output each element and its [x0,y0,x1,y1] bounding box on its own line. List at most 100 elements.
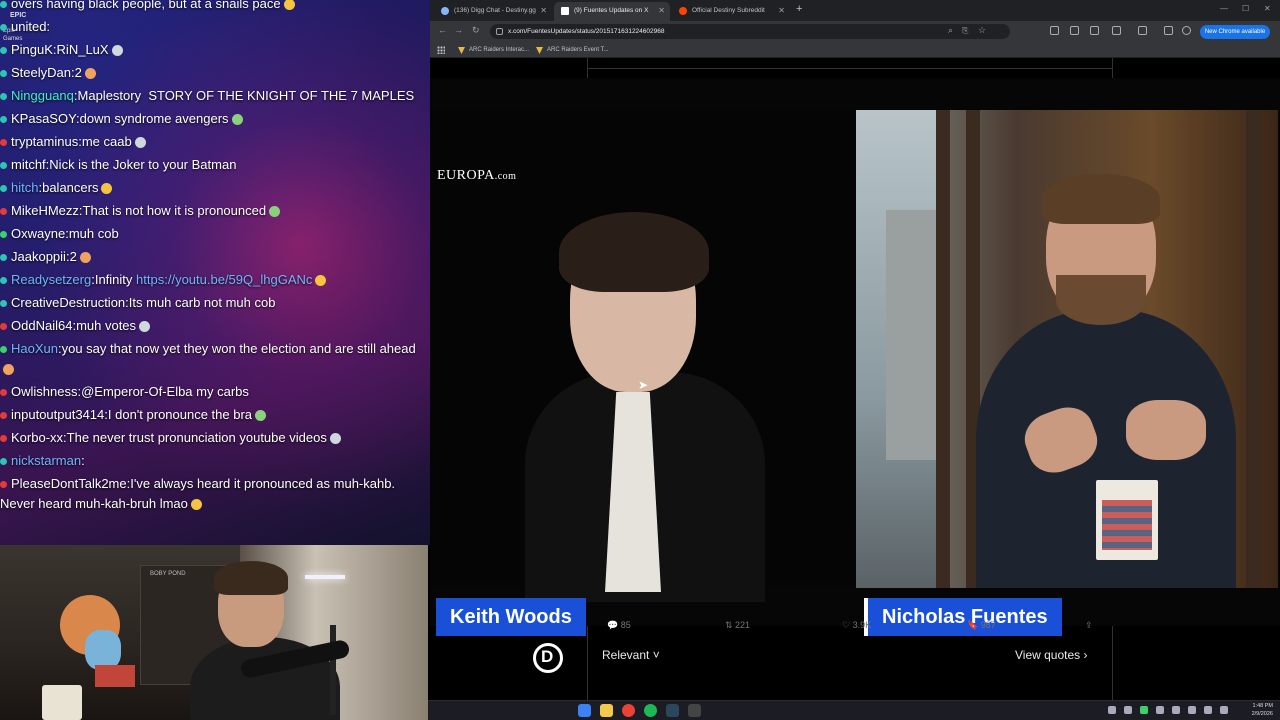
battery-icon[interactable] [1220,706,1228,714]
share-icon[interactable]: ⎘ [962,26,968,36]
url-bar[interactable]: x.com/FuentesUpdates/status/201517163122… [490,24,1010,39]
chat-username[interactable]: tryptaminus [11,134,78,149]
maximize-icon[interactable]: ☐ [1242,4,1249,13]
tab-label: Official Destiny Subreddit [692,7,765,14]
extension-icon[interactable] [1070,26,1079,35]
chat-username[interactable]: SteelyDan [11,65,71,80]
tray-icon[interactable] [1140,706,1148,714]
chat-username[interactable]: hitch [11,180,38,195]
chat-username[interactable]: KPasaSOY [11,111,76,126]
decor-figure-blue [85,630,121,670]
chrome-icon[interactable] [622,704,635,717]
tab-destiny-chat[interactable]: (136) Digg Chat - Destiny.gg ✕ [434,2,552,21]
chat-text: me caab [81,134,132,149]
chat-message: Owlishness:@Emperor-Of-Elba my carbs [0,381,420,404]
repost-action[interactable]: ⇅ 221 [725,620,750,631]
chat-username[interactable]: Oxwayne [11,226,65,241]
system-clock[interactable]: 1:48 PM 2/9/2026 [1243,702,1273,718]
zoom-icon[interactable]: ⌕ [948,25,953,36]
chat-message: nickstarman: [0,450,420,473]
close-window-icon[interactable]: ✕ [1264,4,1271,13]
chat-username[interactable]: inputoutput3414 [11,407,104,422]
chat-text: down syndrome avengers [79,111,229,126]
post-video[interactable]: EUROPA.com Keith Woods Nicholas Fuentes … [430,78,1280,636]
steam-icon[interactable] [666,704,679,717]
x-favicon-icon [561,7,569,15]
reload-icon[interactable]: ↻ [472,25,480,36]
chat-username[interactable]: PinguK [11,42,53,57]
chat-username[interactable]: MikeHMezz [11,203,79,218]
tray-icon[interactable] [1108,706,1116,714]
network-icon[interactable] [1188,706,1196,714]
tray-icon[interactable] [1156,706,1164,714]
user-badge-icon [0,47,7,55]
shelf-label: BOBY POND [150,571,186,577]
chat-message: inputoutput3414:I don't pronounce the br… [0,404,420,427]
chat-username[interactable]: PleaseDontTalk2me [11,476,127,491]
spotify-icon[interactable] [644,704,657,717]
view-quotes-link[interactable]: View quotes › [1015,648,1088,662]
forward-arrow-icon[interactable]: → [454,25,463,35]
star-icon[interactable]: ☆ [978,25,986,36]
start-menu-icon[interactable] [578,704,591,717]
chat-username[interactable]: OddNail64 [11,318,72,333]
chat-username[interactable]: Jaakoppii [11,249,66,264]
new-tab-button[interactable]: + [796,3,802,15]
chat-username[interactable]: nickstarman [11,453,81,468]
chat-username[interactable]: Readysetzerg [11,272,91,287]
emote-icon [231,114,243,126]
back-arrow-icon[interactable]: ← [438,25,447,35]
chat-text: The never trust pronunciation youtube vi… [66,430,327,445]
volume-icon[interactable] [1204,706,1212,714]
emote-icon [269,206,281,218]
chat-username[interactable]: Korbo-xx [11,430,63,445]
close-tab-icon[interactable]: ✕ [778,2,785,19]
bookmark-label: ARC Raiders Event T... [547,47,609,53]
sidebar-icon[interactable] [1138,26,1147,35]
apps-grid-icon[interactable] [437,46,445,54]
cup [1096,480,1158,560]
close-tab-icon[interactable]: ✕ [540,2,547,19]
user-badge-icon [0,1,7,9]
share-action-icon[interactable]: ⇪ [1085,620,1093,631]
tray-icon[interactable] [1124,706,1132,714]
clock-date: 2/9/2026 [1251,711,1273,717]
new-chrome-available-button[interactable]: New Chrome available [1200,25,1270,39]
bookmark-arc-raiders-interactive[interactable]: ARC Raiders Interac... [458,44,529,56]
tray-icon[interactable] [1172,706,1180,714]
minimize-icon[interactable]: — [1220,4,1228,13]
bookmark-action[interactable]: 🔖 987 [967,620,996,631]
chat-colon: : [81,453,85,468]
sort-replies-dropdown[interactable]: Relevant ˅ [602,648,660,662]
emote-icon [79,252,91,264]
profile-icon[interactable] [1182,26,1191,35]
chat-username[interactable]: Owlishness [11,384,77,399]
user-badge-icon [0,231,7,239]
close-tab-icon[interactable]: ✕ [658,2,665,19]
chat-message: Ningguanq:Maplestory STORY OF THE KNIGHT… [0,85,420,108]
chat-username[interactable]: HaoXun [11,341,58,356]
app-icon[interactable] [688,704,701,717]
chat-username[interactable]: CreativeDestruction [11,295,125,310]
chat-username[interactable]: mitchf [11,157,46,172]
chat-username[interactable]: Ningguanq [11,88,74,103]
bookmark-favicon-icon [458,47,465,54]
emote-icon [315,275,327,287]
chat-text: Infinity [94,272,133,287]
reply-action[interactable]: 💬 85 [607,620,631,631]
user-badge-icon [0,323,7,331]
media-icon[interactable] [1164,26,1173,35]
tab-destiny-subreddit[interactable]: Official Destiny Subreddit ✕ [672,2,790,21]
chat-link[interactable]: https://youtu.be/59Q_lhgGANc [136,272,312,287]
extension-icon[interactable] [1050,26,1059,35]
extension-icon[interactable] [1090,26,1099,35]
like-action[interactable]: ♡ 3.9K [842,620,871,631]
divider [587,68,1113,69]
chat-message: MikeHMezz:That is not how it is pronounc… [0,200,420,223]
url-text: x.com/FuentesUpdates/status/201517163122… [508,28,665,35]
site-info-icon[interactable] [496,28,503,35]
puzzle-icon[interactable] [1112,26,1121,35]
file-explorer-icon[interactable] [600,704,613,717]
bookmark-arc-raiders-event[interactable]: ARC Raiders Event T... [536,44,609,56]
tab-fuentes-updates[interactable]: (9) Fuentes Updates on X ✕ [554,2,670,21]
